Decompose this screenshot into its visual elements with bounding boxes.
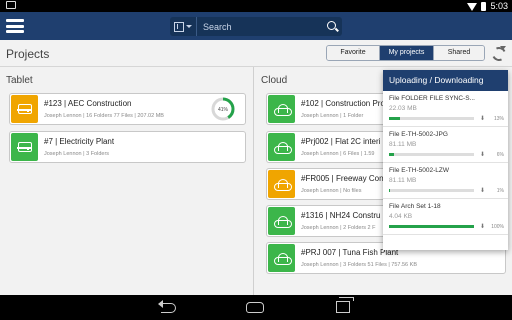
project-card[interactable]: #7 | Electricity Plant Joseph Lennon | 3… <box>9 131 246 163</box>
project-name: #Prj002 | Flat 2C interi <box>301 137 381 146</box>
project-meta: Joseph Lennon | 3 Folders <box>44 151 110 157</box>
clock: 5:03 <box>490 1 508 11</box>
project-filter-tabs: Favorite My projects Shared <box>326 45 485 61</box>
tab-shared[interactable]: Shared <box>434 46 484 60</box>
transfer-progress-bar <box>389 117 474 120</box>
sync-icon[interactable] <box>489 44 507 62</box>
download-arrow-icon: ⬇ <box>480 188 486 194</box>
section-divider <box>253 67 254 295</box>
file-size: 4.04 KB <box>389 213 413 220</box>
cloud-icon <box>273 253 292 265</box>
page-title: Projects <box>6 47 50 61</box>
project-tile <box>268 95 295 123</box>
search-icon[interactable] <box>324 17 342 36</box>
file-name: File FOLDER FILE SYNC-S... <box>389 95 475 102</box>
transfer-progress-bar <box>389 225 474 228</box>
recent-apps-icon[interactable] <box>336 297 354 313</box>
transfer-item[interactable]: File E-TH-5002-JPG 81.11 MB ⬇ 6% <box>383 127 508 163</box>
tab-favorite[interactable]: Favorite <box>327 46 380 60</box>
project-tile <box>11 133 38 161</box>
caret-down-icon <box>186 25 192 28</box>
download-arrow-icon: ⬇ <box>480 224 486 230</box>
download-progress-ring: 41% <box>211 97 235 121</box>
file-name: File E-TH-5002-LZW <box>389 167 449 174</box>
project-name: #FR005 | Freeway Cons <box>301 174 388 183</box>
transfer-percent: 100% <box>491 224 504 230</box>
notification-icon <box>6 1 16 9</box>
search-scope-dropdown[interactable] <box>170 17 197 36</box>
cloud-icon <box>273 179 292 191</box>
transfer-item[interactable]: File Arch Set 1-18 4.04 KB ⬇ 100% <box>383 199 508 235</box>
app-bar <box>0 12 512 40</box>
project-tile <box>268 133 295 161</box>
project-meta: Joseph Lennon | No files <box>301 188 362 194</box>
transfer-item[interactable]: File E-TH-5002-LZW 81.11 MB ⬇ 1% <box>383 163 508 199</box>
tablet-storage-icon <box>17 104 32 114</box>
file-size: 81.11 MB <box>389 141 417 148</box>
status-icons: 5:03 <box>467 1 508 11</box>
cloud-icon <box>273 104 292 116</box>
file-name: File E-TH-5002-JPG <box>389 131 448 138</box>
search-input[interactable] <box>197 17 324 36</box>
file-size: 22.03 MB <box>389 105 417 112</box>
tablet-storage-icon <box>17 142 32 152</box>
project-meta: Joseph Lennon | 2 Folders 2 F <box>301 225 376 231</box>
file-name: File Arch Set 1-18 <box>389 203 441 210</box>
project-tile <box>268 207 295 235</box>
project-meta: Joseph Lennon | 3 Folders 51 Files | 757… <box>301 262 417 268</box>
project-tile <box>268 170 295 198</box>
project-meta: Joseph Lennon | 1 Folder <box>301 113 364 119</box>
cloud-icon <box>273 142 292 154</box>
transfer-progress-bar <box>389 153 474 156</box>
menu-icon[interactable] <box>6 17 24 35</box>
back-icon[interactable] <box>158 300 178 314</box>
project-tile <box>11 95 38 123</box>
transfer-progress-bar <box>389 189 474 192</box>
project-tile <box>268 244 295 272</box>
scope-icon <box>174 21 184 32</box>
file-size: 81.11 MB <box>389 177 417 184</box>
transfer-panel: Uploading / Downloading File FOLDER FILE… <box>383 70 508 250</box>
transfer-panel-title: Uploading / Downloading <box>383 70 508 91</box>
progress-label: 41% <box>218 107 229 113</box>
home-icon[interactable] <box>246 302 264 313</box>
cloud-section-title: Cloud <box>261 75 288 86</box>
search-bar <box>170 17 342 36</box>
status-bar: 5:03 <box>0 0 512 12</box>
wifi-icon <box>467 2 478 11</box>
navigation-bar <box>0 295 512 320</box>
project-name: #123 | AEC Construction <box>44 99 132 108</box>
transfer-percent: 1% <box>496 188 504 194</box>
project-card[interactable]: #123 | AEC Construction Joseph Lennon | … <box>9 93 246 125</box>
project-name: #102 | Construction Pro <box>301 99 385 108</box>
transfer-percent: 6% <box>496 152 504 158</box>
divider <box>0 66 512 67</box>
project-meta: Joseph Lennon | 6 Files | 1.59 <box>301 151 375 157</box>
download-arrow-icon: ⬇ <box>480 152 486 158</box>
cloud-icon <box>273 216 292 228</box>
battery-icon <box>481 1 487 11</box>
tablet-section-title: Tablet <box>6 75 33 86</box>
project-name: #7 | Electricity Plant <box>44 137 115 146</box>
tab-my-projects[interactable]: My projects <box>380 46 434 60</box>
transfer-item[interactable]: File FOLDER FILE SYNC-S... 22.03 MB ⬇ 13… <box>383 91 508 127</box>
project-name: #1316 | NH24 Constru <box>301 211 381 220</box>
download-arrow-icon: ⬇ <box>480 116 486 122</box>
project-meta: Joseph Lennon | 16 Folders 77 Files | 20… <box>44 113 164 119</box>
transfer-percent: 13% <box>493 116 504 122</box>
